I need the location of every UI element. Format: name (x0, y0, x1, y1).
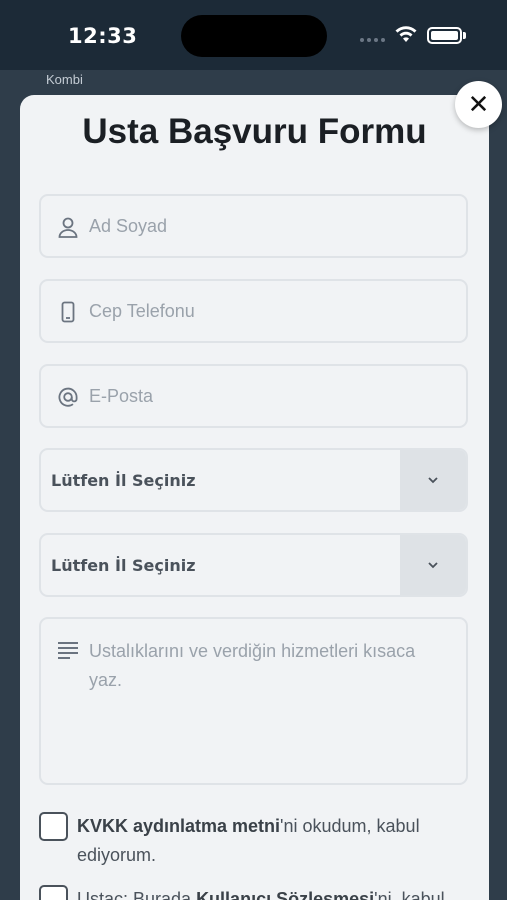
close-icon: ✕ (467, 89, 490, 120)
kvkk-checkbox[interactable] (39, 812, 68, 841)
cellular-signal-icon (360, 38, 385, 42)
at-sign-icon (57, 386, 79, 408)
kvkk-consent-text: KVKK aydınlatma metni'ni okudum, kabul e… (77, 812, 477, 870)
email-placeholder: E-Posta (89, 386, 154, 406)
city-select-2-value: Lütfen İl Seçiniz (51, 556, 196, 575)
terms-link[interactable]: Kullanıcı Sözleşmesi (196, 889, 374, 900)
text-lines-icon (57, 641, 79, 666)
description-textarea[interactable]: Ustalıklarını ve verdiğin hizmetleri kıs… (39, 617, 468, 785)
user-icon (57, 216, 79, 238)
close-button[interactable]: ✕ (455, 81, 502, 128)
background-page-label: Kombi (46, 72, 83, 87)
kvkk-link[interactable]: KVKK aydınlatma metni (77, 816, 280, 836)
status-bar: 12:33 (0, 0, 507, 70)
wifi-icon (394, 24, 418, 49)
email-field[interactable]: E-Posta (39, 364, 468, 428)
description-placeholder: Ustalıklarını ve verdiğin hizmetleri kıs… (89, 641, 416, 690)
phone-placeholder: Cep Telefonu (89, 301, 195, 321)
battery-icon (427, 27, 462, 44)
terms-prefix-text: Ustaç: Burada (77, 889, 197, 900)
name-placeholder: Ad Soyad (89, 216, 168, 236)
dynamic-island (181, 15, 327, 57)
battery-cap (463, 32, 466, 39)
chevron-down-icon (400, 450, 466, 510)
status-time: 12:33 (68, 24, 138, 48)
name-field[interactable]: Ad Soyad (39, 194, 468, 258)
form-title: Usta Başvuru Formu (82, 112, 427, 151)
terms-rest-text: 'ni, kabul (374, 889, 445, 900)
city-select-1[interactable]: Lütfen İl Seçiniz (39, 448, 468, 512)
terms-checkbox[interactable] (39, 885, 68, 900)
terms-consent-text: Ustaç: Burada Kullanıcı Sözleşmesi'ni, k… (77, 885, 477, 900)
phone-icon (57, 301, 79, 323)
chevron-down-icon (400, 535, 466, 595)
phone-field[interactable]: Cep Telefonu (39, 279, 468, 343)
city-select-1-value: Lütfen İl Seçiniz (51, 471, 196, 490)
city-select-2[interactable]: Lütfen İl Seçiniz (39, 533, 468, 597)
